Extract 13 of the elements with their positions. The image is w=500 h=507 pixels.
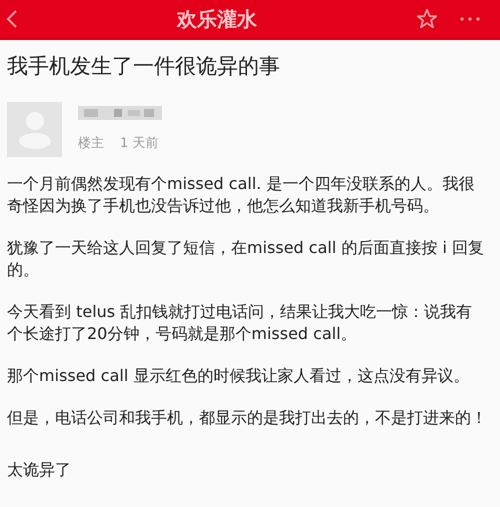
header-title: 欢乐灌水 [177, 6, 257, 33]
post-paragraph: 犹豫了一天给这人回复了短信，在missed call 的后面直接按 i 回复的。 [7, 237, 485, 281]
back-icon[interactable] [6, 9, 18, 29]
more-icon[interactable] [460, 17, 480, 21]
author-role: 楼主 [78, 134, 104, 152]
post-paragraph: 但是，电话公司和我手机，都显示的是我打出去的，不是打进来的！ [7, 407, 487, 429]
star-icon[interactable] [416, 8, 438, 30]
post-time: 1 天前 [120, 134, 158, 152]
post-paragraph: 一个月前偶然发现有个missed call. 是一个四年没联系的人。我很奇怪因为换了手机也没告诉过他，他怎么知道我新手机号码。 [7, 173, 476, 217]
post-title: 我手机发生了一件很诡异的事 [7, 53, 281, 80]
post-paragraph: 太诡异了 [7, 459, 72, 481]
post-paragraph: 今天看到 telus 乱扣钱就打过电话问，结果让我大吃一惊：说我有个长途打了20分钟，号码就是那个missed call。 [7, 301, 474, 345]
post-paragraph: 那个missed call 显示红色的时候我让家人看过，这点没有异议。 [7, 365, 470, 387]
